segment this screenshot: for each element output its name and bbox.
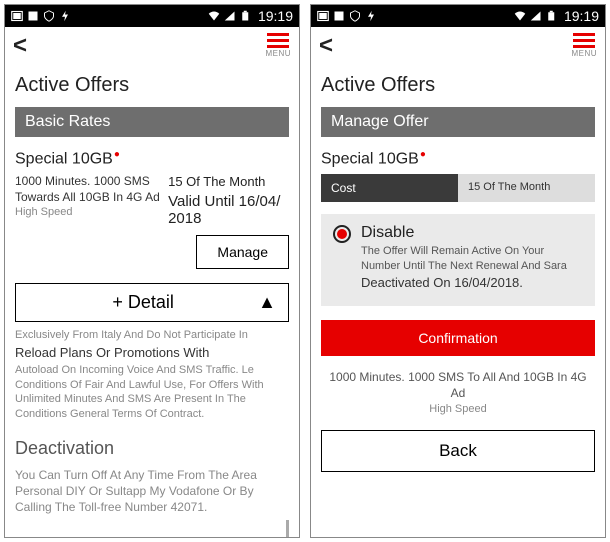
back-chevron-icon[interactable]: < <box>319 34 333 58</box>
content-area: Active Offers Basic Rates Special 10GB● … <box>5 60 299 537</box>
menu-button[interactable]: MENU <box>265 33 291 58</box>
lightning-icon <box>365 10 377 22</box>
offer-name-text: Special 10GB <box>15 150 113 167</box>
image-icon <box>333 10 345 22</box>
period-text: 15 Of The Month <box>168 174 289 189</box>
valid-until-text: Valid Until 16/04/ 2018 <box>168 193 289 227</box>
scrollbar-thumb[interactable] <box>286 520 289 537</box>
menu-label: MENU <box>571 49 597 58</box>
detail-label: + Detail <box>28 292 258 313</box>
offer-name: Special 10GB● <box>321 149 595 168</box>
shield-icon <box>43 10 55 22</box>
towards-text: Towards All 10GB In 4G Ad <box>15 190 160 204</box>
menu-button[interactable]: MENU <box>571 33 597 58</box>
minutes-sms-text: 1000 Minutes. 1000 SMS <box>15 174 160 188</box>
confirmation-button[interactable]: Confirmation <box>321 320 595 356</box>
disable-subtext: The Offer Will Remain Active On Your Num… <box>361 244 583 273</box>
battery-icon <box>546 10 558 22</box>
disable-title: Disable <box>361 224 414 242</box>
summary-text: 1000 Minutes. 1000 SMS To All And 10GB I… <box>321 370 595 416</box>
summary-high-speed: High Speed <box>321 402 595 416</box>
status-bar: 19:19 <box>5 5 299 27</box>
signal-icon <box>224 10 236 22</box>
deactivation-title: Deactivation <box>15 438 289 459</box>
app-bar: < MENU <box>5 27 299 60</box>
tabs: Cost 15 Of The Month <box>321 174 595 202</box>
page-title: Active Offers <box>15 74 289 97</box>
back-chevron-icon[interactable]: < <box>13 34 27 58</box>
offer-name: Special 10GB● <box>15 149 289 168</box>
back-button[interactable]: Back <box>321 430 595 472</box>
disable-box: Disable The Offer Will Remain Active On … <box>321 214 595 306</box>
menu-label: MENU <box>265 49 291 58</box>
signal-icon <box>530 10 542 22</box>
offer-details-right: 15 Of The Month Valid Until 16/04/ 2018 <box>168 174 289 227</box>
disable-radio[interactable] <box>333 225 351 243</box>
phone-right: 19:19 < MENU Active Offers Manage Offer … <box>310 4 606 538</box>
fine-print-bold: Reload Plans Or Promotions With <box>15 344 289 362</box>
image-icon <box>11 10 23 22</box>
lightning-icon <box>59 10 71 22</box>
high-speed-text: High Speed <box>15 206 160 218</box>
wifi-icon <box>514 10 526 22</box>
image-icon <box>27 10 39 22</box>
fine-print: Exclusively From Italy And Do Not Partic… <box>15 328 289 422</box>
content-area: Active Offers Manage Offer Special 10GB●… <box>311 60 605 537</box>
chevron-up-icon: ▲ <box>258 292 276 313</box>
summary-line: 1000 Minutes. 1000 SMS To All And 10GB I… <box>329 370 586 400</box>
radio-dot-icon <box>337 229 347 239</box>
wifi-icon <box>208 10 220 22</box>
red-dot-icon: ● <box>114 149 120 160</box>
battery-icon <box>240 10 252 22</box>
shield-icon <box>349 10 361 22</box>
app-bar: < MENU <box>311 27 605 60</box>
disable-date: Deactivated On 16/04/2018. <box>361 275 583 290</box>
section-header: Manage Offer <box>321 107 595 137</box>
tab-period[interactable]: 15 Of The Month <box>458 174 595 202</box>
page-title: Active Offers <box>321 74 595 97</box>
hamburger-icon <box>573 33 595 48</box>
detail-accordion[interactable]: + Detail ▲ <box>15 283 289 322</box>
tab-cost[interactable]: Cost <box>321 174 458 202</box>
image-icon <box>317 10 329 22</box>
hamburger-icon <box>267 33 289 48</box>
manage-button[interactable]: Manage <box>196 235 289 269</box>
phone-left: 19:19 < MENU Active Offers Basic Rates S… <box>4 4 300 538</box>
section-header: Basic Rates <box>15 107 289 137</box>
offer-name-text: Special 10GB <box>321 150 419 167</box>
fine-print-line2: Autoload On Incoming Voice And SMS Traff… <box>15 364 264 421</box>
red-dot-icon: ● <box>420 149 426 160</box>
offer-details-left: 1000 Minutes. 1000 SMS Towards All 10GB … <box>15 174 160 227</box>
deactivation-text: You Can Turn Off At Any Time From The Ar… <box>15 467 289 516</box>
clock-time: 19:19 <box>258 8 293 24</box>
clock-time: 19:19 <box>564 8 599 24</box>
status-bar: 19:19 <box>311 5 605 27</box>
fine-print-line1: Exclusively From Italy And Do Not Partic… <box>15 329 248 341</box>
